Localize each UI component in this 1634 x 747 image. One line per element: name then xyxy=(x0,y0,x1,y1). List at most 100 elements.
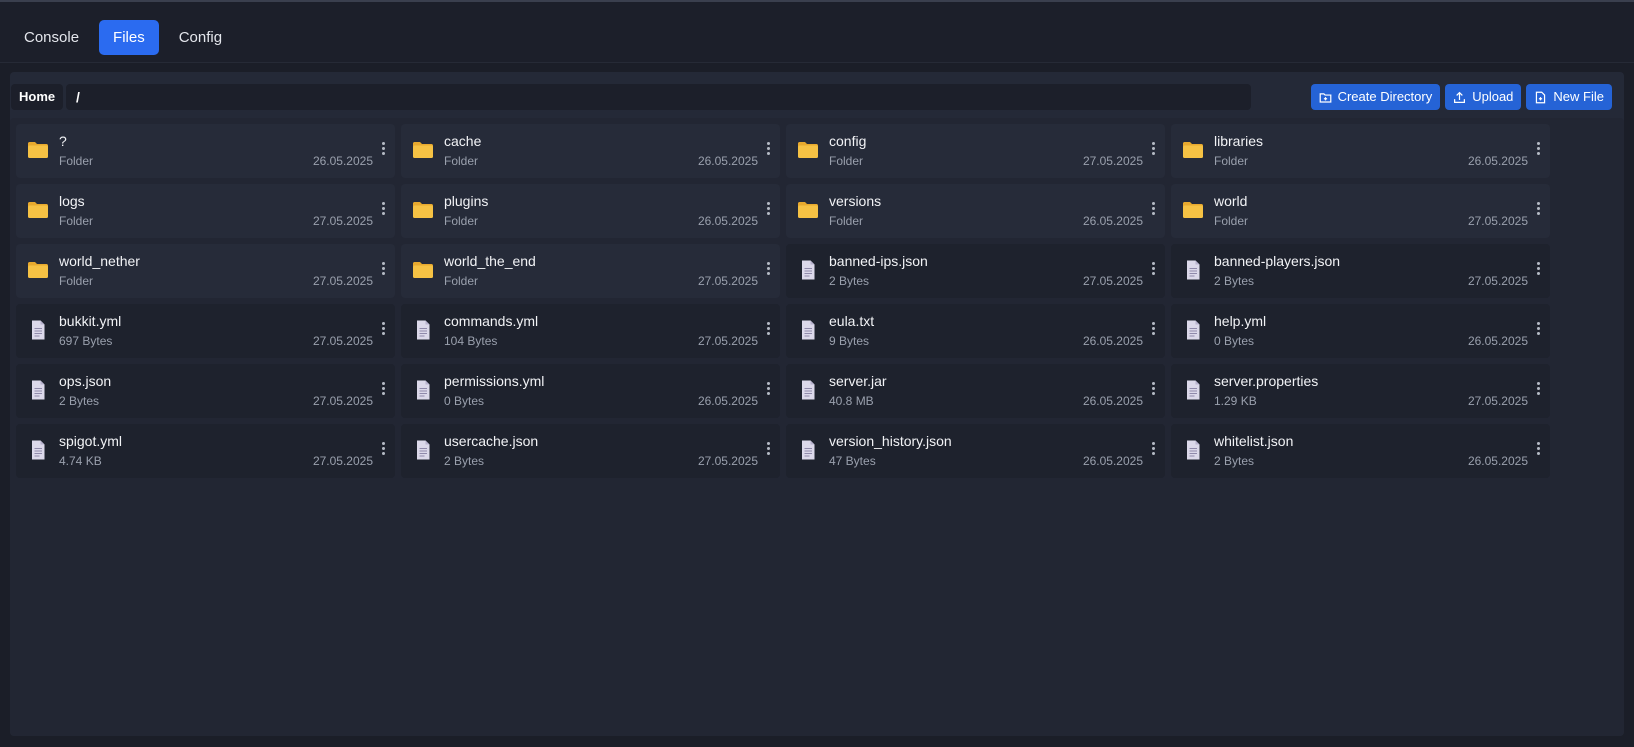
file-item[interactable]: commands.yml 104 Bytes 27.05.2025 xyxy=(401,304,780,358)
item-name: usercache.json xyxy=(444,433,539,449)
item-date: 26.05.2025 xyxy=(697,154,758,168)
more-options-icon[interactable] xyxy=(379,442,387,458)
more-options-icon[interactable] xyxy=(1534,382,1542,398)
more-options-icon[interactable] xyxy=(1149,202,1157,218)
tab-console[interactable]: Console xyxy=(10,20,93,55)
folder-item[interactable]: world Folder 27.05.2025 xyxy=(1171,184,1550,238)
item-name: world_nether xyxy=(59,253,140,269)
file-item[interactable]: ops.json 2 Bytes 27.05.2025 xyxy=(16,364,395,418)
new-file-button[interactable]: New File xyxy=(1526,84,1612,110)
item-name: plugins xyxy=(444,193,489,209)
file-icon xyxy=(1182,379,1204,401)
item-info: 104 Bytes xyxy=(444,334,498,348)
file-item[interactable]: spigot.yml 4.74 KB 27.05.2025 xyxy=(16,424,395,478)
folder-item[interactable]: cache Folder 26.05.2025 xyxy=(401,124,780,178)
more-options-icon[interactable] xyxy=(1149,442,1157,458)
file-item[interactable]: whitelist.json 2 Bytes 26.05.2025 xyxy=(1171,424,1550,478)
path-field[interactable]: / xyxy=(66,84,1251,110)
upload-label: Upload xyxy=(1472,89,1514,104)
item-date: 26.05.2025 xyxy=(697,394,758,408)
item-info: 2 Bytes xyxy=(1214,454,1255,468)
more-options-icon[interactable] xyxy=(1534,262,1542,278)
more-options-icon[interactable] xyxy=(379,262,387,278)
item-info: 2 Bytes xyxy=(1214,274,1255,288)
file-item[interactable]: help.yml 0 Bytes 26.05.2025 xyxy=(1171,304,1550,358)
file-list-area: ? Folder 26.05.2025 cache Folder 26.05.2025 co… xyxy=(10,118,1624,736)
more-options-icon[interactable] xyxy=(1149,322,1157,338)
folder-icon xyxy=(27,259,49,281)
item-info: 0 Bytes xyxy=(444,394,485,408)
more-options-icon[interactable] xyxy=(1534,142,1542,158)
item-name: server.jar xyxy=(829,373,887,389)
file-item[interactable]: eula.txt 9 Bytes 26.05.2025 xyxy=(786,304,1165,358)
item-info: Folder xyxy=(59,214,94,228)
item-name: server.properties xyxy=(1214,373,1319,389)
more-options-icon[interactable] xyxy=(764,322,772,338)
more-options-icon[interactable] xyxy=(764,202,772,218)
more-options-icon[interactable] xyxy=(764,382,772,398)
folder-icon xyxy=(412,259,434,281)
file-item[interactable]: usercache.json 2 Bytes 27.05.2025 xyxy=(401,424,780,478)
folder-icon xyxy=(27,139,49,161)
file-item[interactable]: server.properties 1.29 KB 27.05.2025 xyxy=(1171,364,1550,418)
item-info: 9 Bytes xyxy=(829,334,870,348)
more-options-icon[interactable] xyxy=(1534,322,1542,338)
item-info: 1.29 KB xyxy=(1214,394,1257,408)
folder-item[interactable]: ? Folder 26.05.2025 xyxy=(16,124,395,178)
item-name: commands.yml xyxy=(444,313,539,329)
upload-button[interactable]: Upload xyxy=(1445,84,1522,110)
item-name: versions xyxy=(829,193,882,209)
create-directory-button[interactable]: Create Directory xyxy=(1310,84,1441,110)
item-name: libraries xyxy=(1214,133,1264,149)
file-item[interactable]: banned-players.json 2 Bytes 27.05.2025 xyxy=(1171,244,1550,298)
more-options-icon[interactable] xyxy=(379,322,387,338)
folder-item[interactable]: plugins Folder 26.05.2025 xyxy=(401,184,780,238)
item-date: 27.05.2025 xyxy=(1082,274,1143,288)
more-options-icon[interactable] xyxy=(764,262,772,278)
folder-item[interactable]: logs Folder 27.05.2025 xyxy=(16,184,395,238)
folder-item[interactable]: libraries Folder 26.05.2025 xyxy=(1171,124,1550,178)
item-name: banned-players.json xyxy=(1214,253,1341,269)
more-options-icon[interactable] xyxy=(379,142,387,158)
more-options-icon[interactable] xyxy=(764,442,772,458)
item-date: 27.05.2025 xyxy=(1467,274,1528,288)
more-options-icon[interactable] xyxy=(379,202,387,218)
file-icon xyxy=(412,439,434,461)
more-options-icon[interactable] xyxy=(379,382,387,398)
item-name: spigot.yml xyxy=(59,433,123,449)
folder-item[interactable]: config Folder 27.05.2025 xyxy=(786,124,1165,178)
tab-files[interactable]: Files xyxy=(99,20,159,55)
item-info: Folder xyxy=(1214,154,1249,168)
item-name: permissions.yml xyxy=(444,373,545,389)
upload-icon xyxy=(1454,91,1466,103)
folder-item[interactable]: world_nether Folder 27.05.2025 xyxy=(16,244,395,298)
folder-item[interactable]: versions Folder 26.05.2025 xyxy=(786,184,1165,238)
file-icon xyxy=(797,319,819,341)
file-item[interactable]: bukkit.yml 697 Bytes 27.05.2025 xyxy=(16,304,395,358)
more-options-icon[interactable] xyxy=(1149,142,1157,158)
more-options-icon[interactable] xyxy=(1149,262,1157,278)
folder-icon xyxy=(797,139,819,161)
item-date: 26.05.2025 xyxy=(1467,154,1528,168)
breadcrumb-home-button[interactable]: Home xyxy=(11,84,64,110)
file-item[interactable]: server.jar 40.8 MB 26.05.2025 xyxy=(786,364,1165,418)
file-item[interactable]: permissions.yml 0 Bytes 26.05.2025 xyxy=(401,364,780,418)
item-info: Folder xyxy=(444,274,479,288)
tab-config[interactable]: Config xyxy=(165,20,236,55)
item-name: bukkit.yml xyxy=(59,313,122,329)
tabs: Console Files Config xyxy=(10,20,236,55)
file-item[interactable]: banned-ips.json 2 Bytes 27.05.2025 xyxy=(786,244,1165,298)
file-icon xyxy=(27,319,49,341)
more-options-icon[interactable] xyxy=(764,142,772,158)
item-date: 27.05.2025 xyxy=(312,394,373,408)
folder-item[interactable]: world_the_end Folder 27.05.2025 xyxy=(401,244,780,298)
item-info: Folder xyxy=(59,154,94,168)
file-item[interactable]: version_history.json 47 Bytes 26.05.2025 xyxy=(786,424,1165,478)
new-file-label: New File xyxy=(1553,89,1604,104)
item-date: 27.05.2025 xyxy=(312,454,373,468)
more-options-icon[interactable] xyxy=(1534,202,1542,218)
item-info: 0 Bytes xyxy=(1214,334,1255,348)
more-options-icon[interactable] xyxy=(1534,442,1542,458)
tab-bar: Console Files Config xyxy=(0,2,1634,63)
more-options-icon[interactable] xyxy=(1149,382,1157,398)
